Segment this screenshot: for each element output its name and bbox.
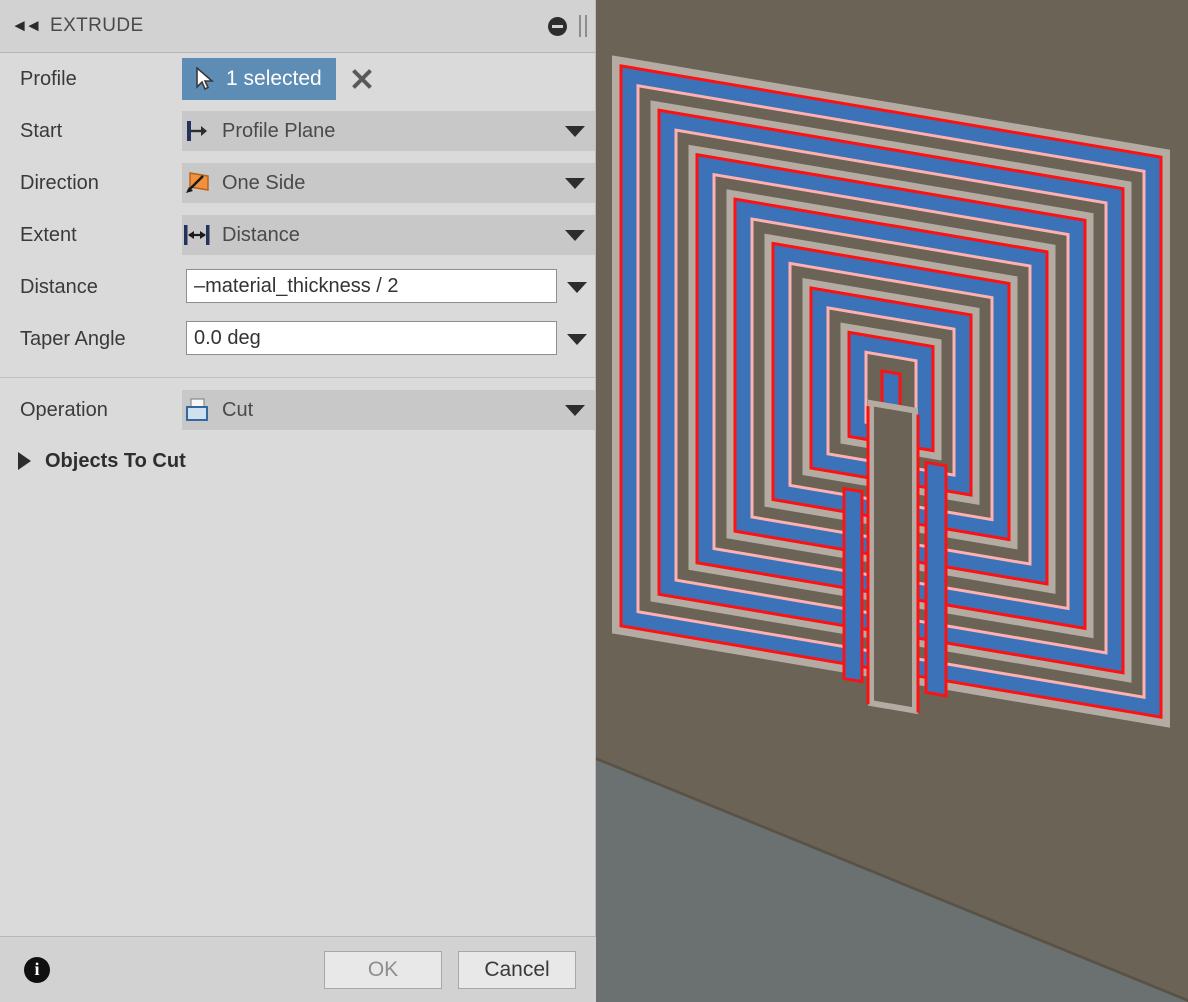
start-dropdown[interactable]: Profile Plane — [182, 111, 595, 151]
distance-value: –material_thickness / 2 — [194, 274, 399, 297]
3d-viewport[interactable] — [596, 0, 1188, 1002]
direction-dropdown[interactable]: One Side — [182, 163, 595, 203]
chevron-down-icon — [565, 126, 585, 137]
distance-input[interactable]: –material_thickness / 2 — [186, 269, 557, 303]
cut-operation-icon — [182, 398, 212, 422]
extent-label: Extent — [20, 223, 77, 246]
start-label: Start — [20, 119, 63, 142]
one-side-icon — [182, 171, 212, 195]
dialog-footer: i OK Cancel — [0, 936, 596, 1002]
extent-value: Distance — [222, 223, 300, 246]
chevron-down-icon — [565, 178, 585, 189]
profile-chip-label: 1 selected — [226, 67, 322, 90]
dialog-titlebar: ◄◄ EXTRUDE — [0, 0, 595, 53]
page-title: EXTRUDE — [50, 15, 144, 36]
taper-angle-label: Taper Angle — [20, 327, 126, 350]
distance-extent-icon — [182, 224, 212, 246]
footer-buttons: OK Cancel — [324, 950, 576, 989]
cancel-button[interactable]: Cancel — [458, 950, 576, 989]
titlebar-controls — [548, 0, 587, 52]
direction-value: One Side — [222, 171, 306, 194]
objects-to-cut-expander[interactable]: Objects To Cut — [0, 436, 595, 486]
chevron-down-icon — [565, 230, 585, 241]
resize-grip-icon[interactable] — [579, 15, 587, 37]
row-operation: Operation Cut — [0, 384, 595, 436]
taper-angle-value: 0.0 deg — [194, 326, 261, 349]
taper-angle-chevron-down-icon[interactable] — [567, 334, 587, 345]
row-profile: Profile 1 selected — [0, 53, 595, 105]
minimize-icon[interactable] — [548, 16, 567, 36]
extrude-dialog-panel: ◄◄ EXTRUDE Profile 1 selected Start Prof… — [0, 0, 596, 1002]
chevron-down-icon — [565, 405, 585, 416]
row-extent: Extent Distance — [0, 209, 595, 261]
divider — [0, 377, 595, 378]
direction-label: Direction — [20, 171, 99, 194]
viewport-scene — [596, 0, 1188, 1002]
collapse-panel-icon[interactable]: ◄◄ — [0, 16, 50, 36]
taper-angle-input[interactable]: 0.0 deg — [186, 321, 557, 355]
profile-label: Profile — [20, 67, 77, 90]
expand-triangle-icon — [18, 452, 31, 470]
distance-chevron-down-icon[interactable] — [567, 282, 587, 293]
start-value: Profile Plane — [222, 119, 336, 142]
profile-selection-chip[interactable]: 1 selected — [182, 58, 336, 100]
info-icon[interactable]: i — [24, 956, 50, 983]
row-taper-angle: Taper Angle 0.0 deg — [0, 313, 595, 365]
extent-dropdown[interactable]: Distance — [182, 215, 595, 255]
row-distance: Distance –material_thickness / 2 — [0, 261, 595, 313]
select-arrow-icon — [190, 67, 220, 91]
operation-label: Operation — [20, 398, 108, 421]
profile-plane-icon — [182, 120, 212, 142]
operation-dropdown[interactable]: Cut — [182, 390, 595, 430]
row-direction: Direction One Side — [0, 157, 595, 209]
distance-label: Distance — [20, 275, 98, 298]
objects-to-cut-label: Objects To Cut — [45, 449, 186, 472]
row-start: Start Profile Plane — [0, 105, 595, 157]
ok-button[interactable]: OK — [324, 950, 442, 989]
operation-value: Cut — [222, 398, 254, 421]
close-x-icon[interactable] — [350, 67, 374, 91]
